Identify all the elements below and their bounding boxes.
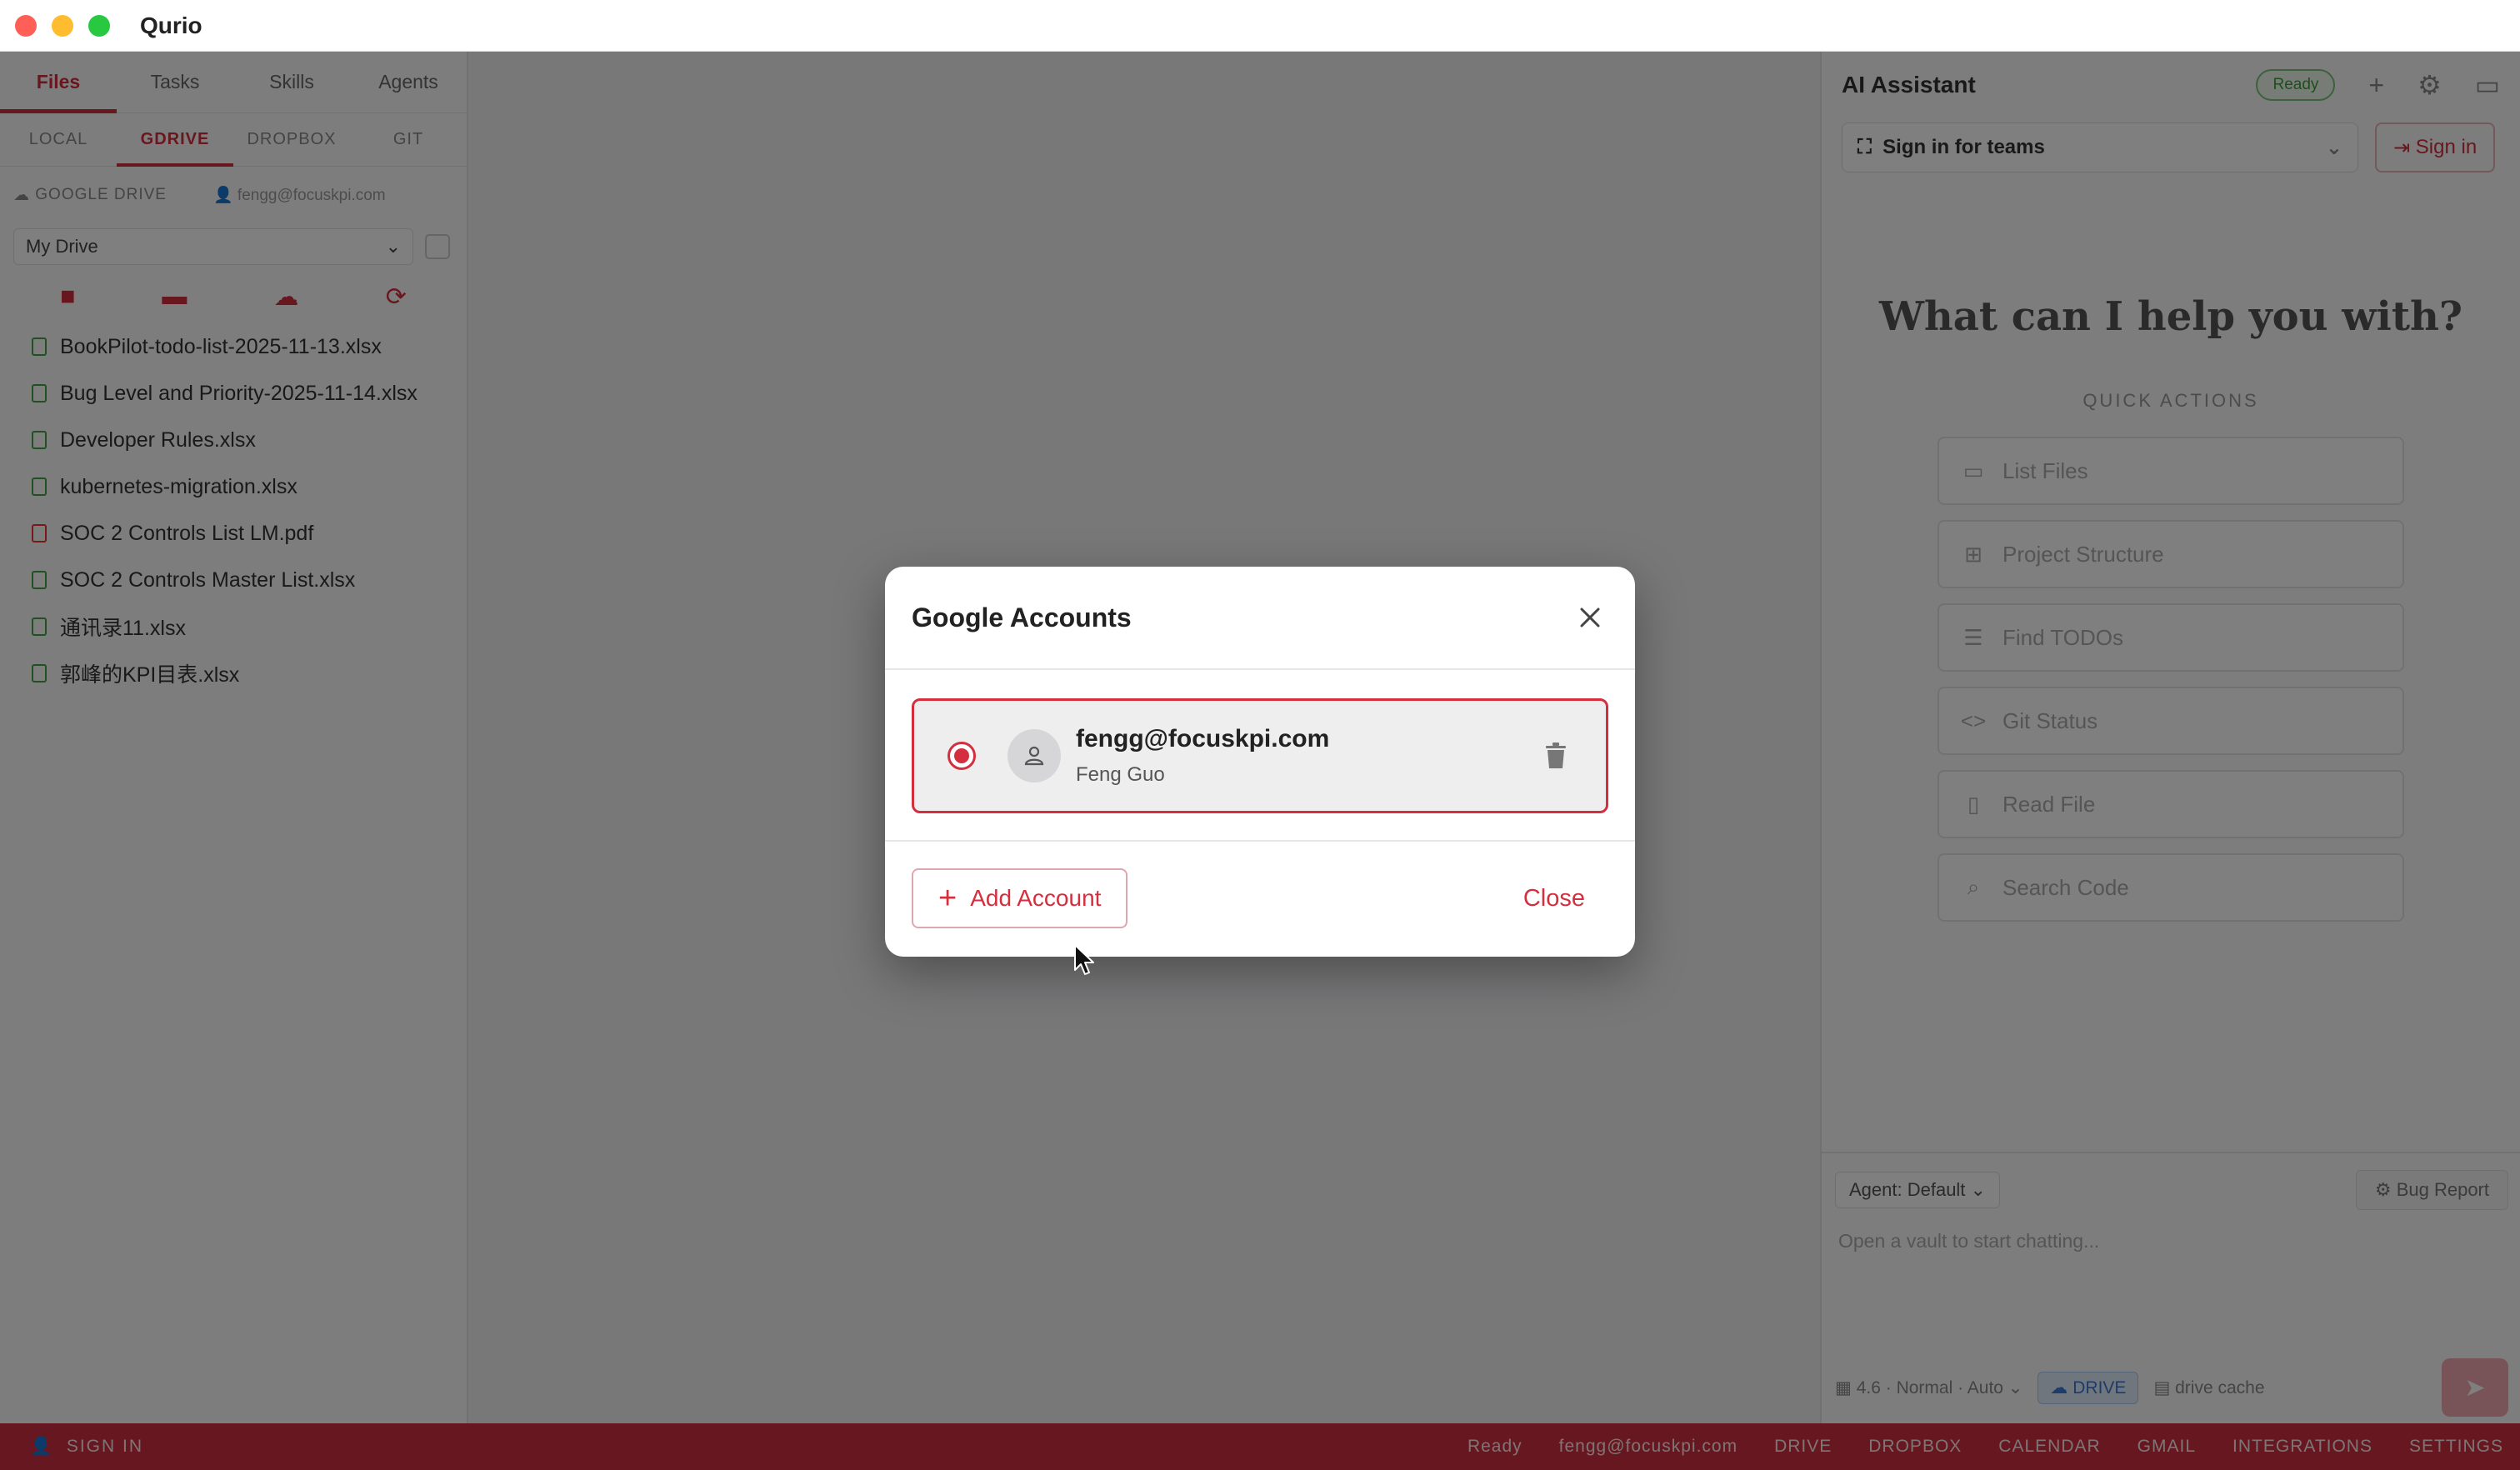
user-icon: [1024, 746, 1044, 766]
account-email: fengg@focuskpi.com: [1076, 725, 1330, 752]
google-accounts-dialog: Google Accounts fengg@focuskpi.com Feng …: [885, 567, 1635, 957]
account-name: Feng Guo: [1076, 763, 1165, 786]
dialog-body: fengg@focuskpi.com Feng Guo: [885, 670, 1635, 842]
add-account-button[interactable]: + Add Account: [912, 868, 1128, 928]
mouse-cursor-icon: [1074, 944, 1094, 975]
window-maximize-button[interactable]: [88, 14, 110, 37]
window-titlebar: Qurio: [0, 0, 2520, 52]
trash-icon[interactable]: [1539, 738, 1572, 774]
radio-selected-dot: [954, 748, 969, 763]
dialog-title: Google Accounts: [912, 602, 1132, 632]
account-card[interactable]: fengg@focuskpi.com Feng Guo: [912, 698, 1608, 813]
account-radio[interactable]: [948, 742, 976, 770]
window-minimize-button[interactable]: [52, 14, 73, 37]
dialog-header: Google Accounts: [885, 567, 1635, 670]
avatar: [1008, 729, 1061, 782]
window-controls: [15, 14, 110, 37]
plus-icon: +: [938, 881, 958, 916]
add-account-label: Add Account: [970, 885, 1102, 911]
app-title: Qurio: [140, 12, 202, 38]
account-info: fengg@focuskpi.com Feng Guo: [1076, 725, 1329, 787]
close-button[interactable]: Close: [1523, 885, 1585, 912]
close-icon[interactable]: [1572, 599, 1608, 636]
dialog-footer: + Add Account Close: [885, 842, 1635, 955]
window-close-button[interactable]: [15, 14, 37, 37]
